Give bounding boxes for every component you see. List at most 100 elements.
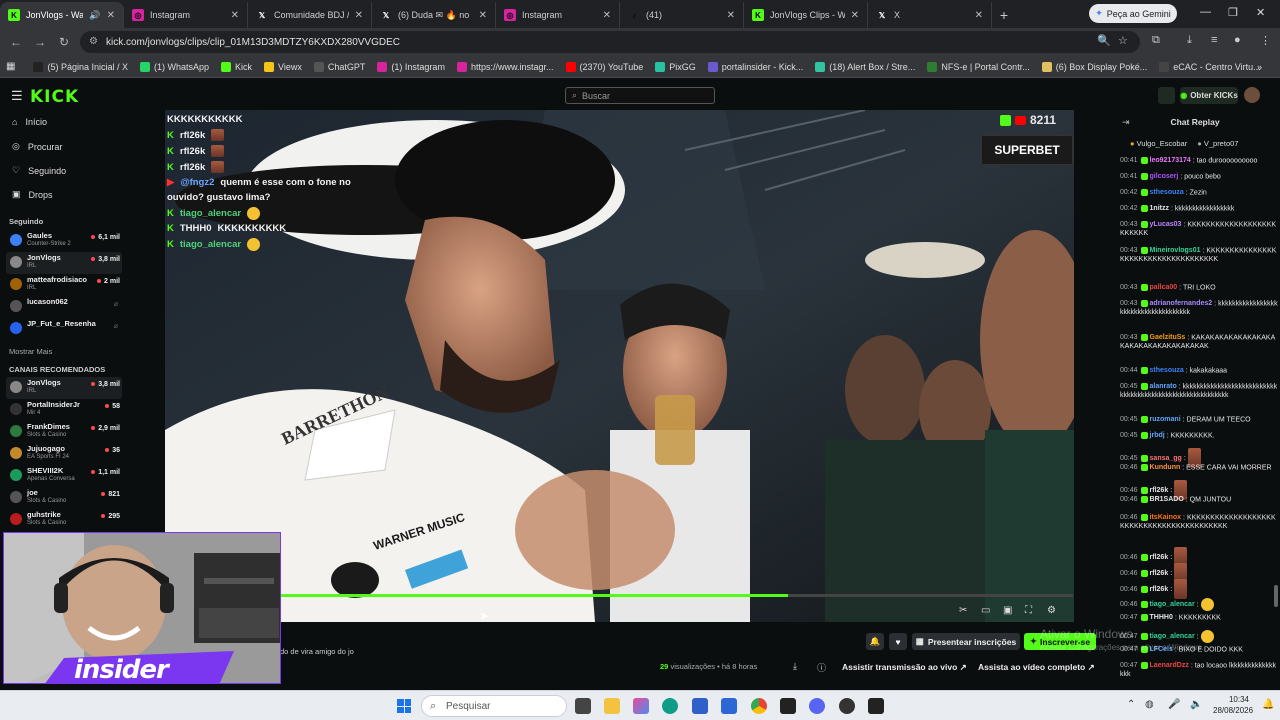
bookmark-item[interactable]: Kick — [221, 61, 252, 72]
bookmark-item[interactable]: NFS-e | Portal Contr... — [927, 61, 1030, 72]
bookmark-item[interactable]: PixGG — [655, 61, 696, 72]
chat-username[interactable]: BR1SADO — [1150, 496, 1184, 503]
follow-heart-icon[interactable]: ♥ — [889, 633, 907, 650]
sidebar-nav-item[interactable]: ▣ Drops — [12, 189, 53, 200]
app-icon[interactable] — [868, 698, 884, 714]
bookmark-item[interactable]: ChatGPT — [313, 61, 365, 72]
chat-username[interactable]: sansa_gg — [1150, 455, 1182, 462]
chat-username[interactable]: gilcoserj — [1150, 173, 1179, 180]
chat-username[interactable]: rfl26k — [1150, 586, 1169, 593]
chat-username[interactable]: pallca00 — [1150, 284, 1178, 291]
browser-tab[interactable]: ◎ Instagram ✕ — [496, 2, 620, 28]
tab-close-icon[interactable]: ✕ — [231, 10, 239, 21]
sidebar-channel[interactable]: Gaules Counter-Strike 2 6,1 mil — [6, 230, 122, 252]
tray-chevron-icon[interactable]: ⌃ — [1127, 699, 1135, 710]
bookmark-item[interactable]: portalinsider - Kick... — [707, 61, 803, 72]
close-window-icon[interactable]: ✕ — [1256, 6, 1265, 19]
chat-username[interactable]: itsKainox — [1150, 514, 1182, 521]
more-bookmarks-icon[interactable]: » — [1257, 62, 1262, 72]
bookmark-item[interactable]: eCAC - Centro Virtu... — [1159, 61, 1261, 72]
chat-username[interactable]: rfl26k — [1150, 554, 1169, 561]
sidebar-channel[interactable]: PortalInsiderJr Mir 4 58 — [6, 399, 122, 421]
tab-close-icon[interactable]: ✕ — [603, 10, 611, 21]
fullscreen-icon[interactable]: ⛶ — [1025, 605, 1032, 616]
browser-tab[interactable]: K JonVlogs - Watch 🔊 ✕ — [0, 2, 124, 28]
watch-live-link[interactable]: Assistir transmissão ao vivo ↗ — [842, 662, 967, 673]
apps-grid-icon[interactable]: ▦ — [6, 61, 15, 72]
site-info-icon[interactable]: ⚙ — [89, 36, 98, 47]
edge-icon[interactable] — [662, 698, 678, 714]
gemini-button[interactable]: ✦ Peça ao Gemini — [1089, 4, 1177, 23]
copilot-icon[interactable] — [633, 698, 649, 714]
clip-icon[interactable]: ✂ — [959, 605, 967, 616]
bookmark-item[interactable]: (18) Alert Box / Stre... — [815, 61, 915, 72]
media-icon[interactable]: ≡ — [1211, 34, 1217, 46]
search-input[interactable]: ⌕ Buscar — [565, 87, 715, 104]
tab-close-icon[interactable]: ✕ — [355, 10, 363, 21]
sidebar-channel[interactable]: matteafrodisiaco IRL 2 mil — [6, 274, 122, 296]
profile-avatar-icon[interactable]: ● — [1234, 34, 1241, 46]
system-clock[interactable]: 10:34 28/08/2026 — [1213, 694, 1253, 716]
obs-icon[interactable] — [839, 698, 855, 714]
sidebar-channel[interactable]: joe Slots & Casino 821 — [6, 487, 122, 509]
chat-username[interactable]: tiago_alencar — [1150, 601, 1195, 608]
tab-close-icon[interactable]: ✕ — [107, 10, 115, 21]
kick-logo[interactable]: KICK — [30, 87, 79, 107]
outlook-icon[interactable] — [721, 698, 737, 714]
bookmark-item[interactable]: (2370) YouTube — [565, 61, 643, 72]
chat-username[interactable]: rfl26k — [1150, 570, 1169, 577]
chat-username[interactable]: jrbdj — [1150, 432, 1165, 439]
user-avatar[interactable] — [1244, 87, 1260, 103]
wallet-icon[interactable] — [1158, 87, 1175, 104]
chat-scrollbar[interactable] — [1274, 585, 1278, 607]
microphone-icon[interactable]: 🎤 — [1168, 699, 1180, 710]
pinned-user[interactable]: ● Vulgo_Escobar — [1130, 139, 1187, 148]
minimize-icon[interactable]: — — [1200, 6, 1211, 18]
browser-tab[interactable]: 𝕏 Comunidade BDJ / X ✕ — [248, 2, 372, 28]
watch-full-link[interactable]: Assista ao vídeo completo ↗ — [978, 662, 1095, 673]
pip-icon[interactable]: ▣ — [1003, 605, 1012, 616]
chat-username[interactable]: Mineirovlogs01 — [1150, 247, 1201, 254]
forward-icon[interactable]: → — [28, 35, 52, 49]
chat-username[interactable]: sthesouza — [1150, 367, 1184, 374]
sidebar-channel[interactable]: guhstrike Slots & Casino 295 — [6, 509, 122, 531]
volume-icon[interactable]: 🔈 — [1190, 699, 1202, 710]
downloads-icon[interactable]: ⤓ — [1187, 34, 1192, 47]
sidebar-nav-item[interactable]: ◎ Procurar — [12, 141, 62, 152]
reload-icon[interactable]: ↻ — [52, 35, 76, 49]
chat-username[interactable]: THHH0 — [1150, 614, 1173, 621]
chat-username[interactable]: LaenardDzz — [1150, 662, 1189, 669]
taskbar-search[interactable]: ⌕ Pesquisar — [421, 695, 567, 717]
zoom-icon[interactable]: 🔍 — [1097, 34, 1111, 47]
pinned-user[interactable]: ● V_preto07 — [1197, 139, 1238, 148]
download-icon[interactable]: ⤓ — [793, 661, 797, 672]
notifications-icon[interactable]: 🔔 — [1262, 699, 1274, 710]
tab-close-icon[interactable]: ✕ — [479, 10, 487, 21]
video-player[interactable]: BARRETHON WARNER MUSIC KKKKKKKKKKK Krfl26… — [165, 110, 1074, 622]
chat-username[interactable]: Kundunn — [1150, 464, 1181, 471]
browser-tab[interactable]: ♪ (41) ✕ — [620, 2, 744, 28]
bookmark-star-icon[interactable]: ☆ — [1118, 34, 1128, 47]
notification-bell-icon[interactable]: 🔔 — [866, 633, 884, 650]
hamburger-menu-icon[interactable]: ☰ — [11, 88, 23, 104]
chat-username[interactable]: 1nitzz — [1150, 205, 1169, 212]
sidebar-nav-item[interactable]: ⌂ Início — [12, 117, 47, 127]
chat-username[interactable]: yLucas03 — [1150, 221, 1182, 228]
back-icon[interactable]: ← — [4, 35, 28, 49]
chat-username[interactable]: ruzomani — [1150, 416, 1181, 423]
browser-tab[interactable]: K JonVlogs Clips - Watc ✕ — [744, 2, 868, 28]
get-kicks-button[interactable]: ◉ Obter KICKs — [1180, 87, 1238, 104]
bookmark-item[interactable]: Viewx — [264, 61, 302, 72]
browser-tab[interactable]: 𝕏 (6) Duda ✉ 🔥 no ✕ — [372, 2, 496, 28]
tab-close-icon[interactable]: ✕ — [975, 10, 983, 21]
bookmark-item[interactable]: (6) Box Display Poké... — [1041, 61, 1147, 72]
menu-icon[interactable]: ⋮ — [1260, 34, 1271, 47]
gift-subs-button[interactable]: ▦ Presentear inscrições — [912, 633, 1020, 650]
maximize-icon[interactable]: ❐ — [1228, 6, 1238, 19]
tab-audio-icon[interactable]: 🔊 — [89, 10, 100, 21]
sidebar-nav-item[interactable]: ♡ Seguindo — [12, 165, 66, 176]
bookmark-item[interactable]: (5) Página Inicial / X — [33, 61, 128, 72]
sidebar-channel[interactable]: SHEVIII2K Apenas Conversa 1,1 mil — [6, 465, 122, 487]
chat-username[interactable]: leo92173174 — [1150, 157, 1191, 164]
sidebar-channel[interactable]: JP_Fut_e_Resenha ⌀ — [6, 318, 122, 340]
